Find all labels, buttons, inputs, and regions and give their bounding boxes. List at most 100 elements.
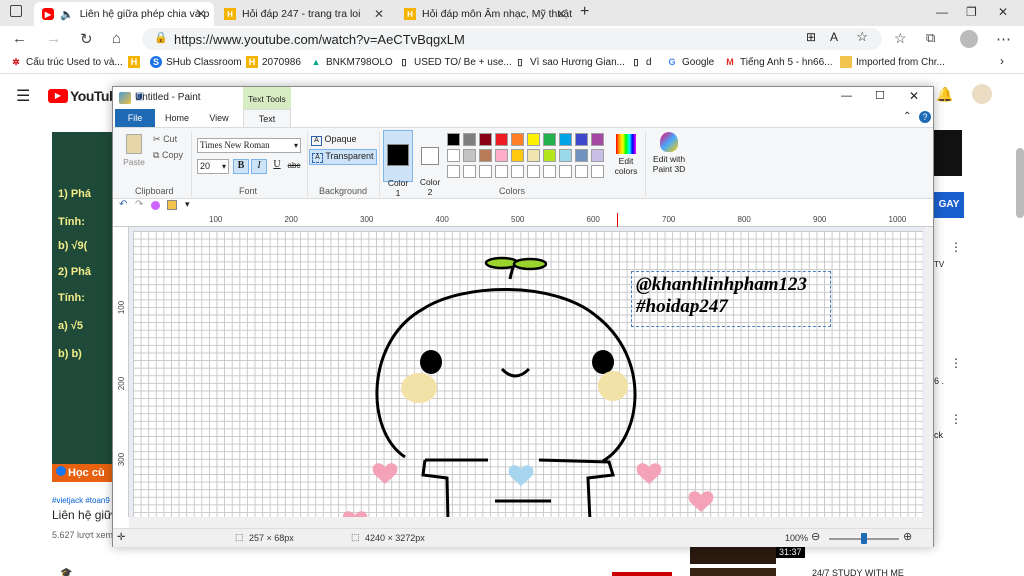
customize-qat-icon[interactable]: ▾ [185,199,190,210]
color-swatch[interactable] [463,133,476,146]
minimize-icon[interactable]: — [841,90,852,102]
color-swatch[interactable] [527,149,540,162]
color1-button[interactable]: Color 1 [383,130,413,198]
color-swatch[interactable] [511,149,524,162]
reload-icon[interactable]: ↻ [80,30,93,48]
paint3d-small-icon[interactable] [151,201,160,210]
collapse-ribbon-icon[interactable]: ⌃ [903,111,911,122]
menu-icon[interactable]: ☰ [16,86,30,106]
tab-actions-icon[interactable] [10,5,22,17]
text-box[interactable]: @khanhlinhpham123 #hoidap247 [631,271,831,327]
close-icon[interactable]: ✕ [909,89,919,103]
color2-button[interactable]: Color 2 [417,130,443,197]
bookmark-item[interactable]: ▯ d [630,56,652,68]
color-swatch[interactable] [543,133,556,146]
custom-color-slot[interactable] [559,165,572,178]
custom-color-slot[interactable] [527,165,540,178]
tab-file[interactable]: File [115,109,155,127]
bookmark-item[interactable]: H [128,56,144,68]
custom-color-slot[interactable] [495,165,508,178]
bookmark-item[interactable]: S SHub Classroom [150,56,242,68]
video-tags[interactable]: #vietjack #toan9 [52,496,110,505]
suggest-thumbnail[interactable] [690,568,776,576]
font-family-select[interactable]: Times New Roman ▾ [197,138,301,153]
color-swatch[interactable] [559,149,572,162]
bookmark-item[interactable]: ▯ Vì sao Hương Gian... [514,56,625,68]
edit-colors-button[interactable]: Edit colors [611,132,641,182]
color-swatch[interactable] [511,133,524,146]
custom-color-slot[interactable] [447,165,460,178]
custom-color-slot[interactable] [543,165,556,178]
custom-color-slot[interactable] [591,165,604,178]
transparent-button[interactable]: A Transparent [309,149,377,165]
color-swatch[interactable] [575,133,588,146]
italic-button[interactable]: I [251,159,267,174]
zoom-slider[interactable] [829,533,899,544]
cut-button[interactable]: ✂ Cut [153,134,177,145]
tab-youtube[interactable]: ▶ 🔈 Liên hệ giữa phép chia và p ✕ [34,2,214,26]
close-icon[interactable]: ✕ [556,7,566,21]
bookmark-item[interactable]: H 2070986 [246,56,301,68]
zoom-in-icon[interactable]: ⊕ [903,530,912,543]
color-swatch[interactable] [591,149,604,162]
color-swatch[interactable] [479,133,492,146]
minimize-icon[interactable]: — [936,5,948,19]
undo-icon[interactable]: ↶ [119,199,127,210]
color-swatch[interactable] [495,133,508,146]
vertical-scrollbar[interactable] [925,227,933,517]
color-swatch[interactable] [543,149,556,162]
user-avatar[interactable] [972,84,992,104]
more-vert-icon[interactable]: ⋮ [950,356,962,370]
drawing-canvas[interactable]: @khanhlinhpham123 #hoidap247 [133,231,923,517]
tab-hoidap[interactable]: H Hỏi đáp 247 - trang tra loi ✕ [216,2,392,26]
more-vert-icon[interactable]: ⋮ [950,240,962,254]
close-window-icon[interactable]: ✕ [998,5,1008,19]
bookmark-item[interactable]: ✲ Cấu trúc Used to và... [10,56,123,68]
profile-avatar[interactable] [960,30,978,48]
color-swatch[interactable] [527,133,540,146]
speaker-icon[interactable]: 🔈 [60,8,74,21]
restore-icon[interactable]: ❐ [966,5,977,19]
bold-button[interactable]: B [233,159,249,174]
horizontal-scrollbar[interactable] [129,517,933,528]
color-swatch[interactable] [479,149,492,162]
back-icon[interactable]: ← [12,30,27,47]
collections-icon[interactable]: ⧉ [926,30,935,46]
close-icon[interactable]: ✕ [374,7,384,21]
custom-color-slot[interactable] [479,165,492,178]
new-tab-icon[interactable]: + [580,3,589,21]
bookmark-item[interactable]: Imported from Chr... [840,56,945,68]
read-aloud-icon[interactable]: A [830,30,838,44]
apps-icon[interactable]: ⊞ [806,30,816,44]
custom-color-slot[interactable] [511,165,524,178]
properties-icon[interactable] [167,200,177,210]
paste-button[interactable]: Paste [121,134,147,174]
copy-button[interactable]: ⧉ Copy [153,150,183,161]
color-swatch[interactable] [559,133,572,146]
zoom-out-icon[interactable]: ⊖ [811,530,820,543]
favorites-icon[interactable]: ☆ [894,30,907,47]
scrollbar[interactable] [1016,148,1024,218]
redo-icon[interactable]: ↷ [135,199,143,210]
bookmark-item[interactable]: G Google [666,56,714,68]
color-swatch[interactable] [591,133,604,146]
strikethrough-button[interactable]: abc [285,161,303,176]
suggest-thumbnail[interactable] [690,544,776,564]
bookmark-item[interactable]: ▲ BNKM798OLO [310,56,393,68]
maximize-icon[interactable]: ☐ [875,89,885,102]
underline-button[interactable]: U [269,159,285,174]
color-swatch[interactable] [447,133,460,146]
bookmark-item[interactable]: M Tiếng Anh 5 - hn66... [724,56,832,68]
zoom-slider-thumb[interactable] [861,533,867,544]
video-player[interactable]: 1) Phá Tính: b) √9( 2) Phâ Tính: a) √5 b… [52,132,112,482]
more-icon[interactable]: ⋯ [996,30,1011,48]
ad-thumbnail[interactable] [934,130,962,176]
home-icon[interactable]: ⌂ [112,30,121,47]
tab-home[interactable]: Home [157,109,197,127]
subscribe-button[interactable]: GAY [934,192,964,218]
color-swatch[interactable] [447,149,460,162]
favorite-icon[interactable]: ☆ [856,29,868,45]
tab-hoidap-music[interactable]: H Hỏi đáp môn Âm nhạc, Mỹ thuật ✕ [396,2,574,26]
opaque-button[interactable]: A Opaque [311,134,357,146]
forward-icon[interactable]: → [46,30,61,47]
